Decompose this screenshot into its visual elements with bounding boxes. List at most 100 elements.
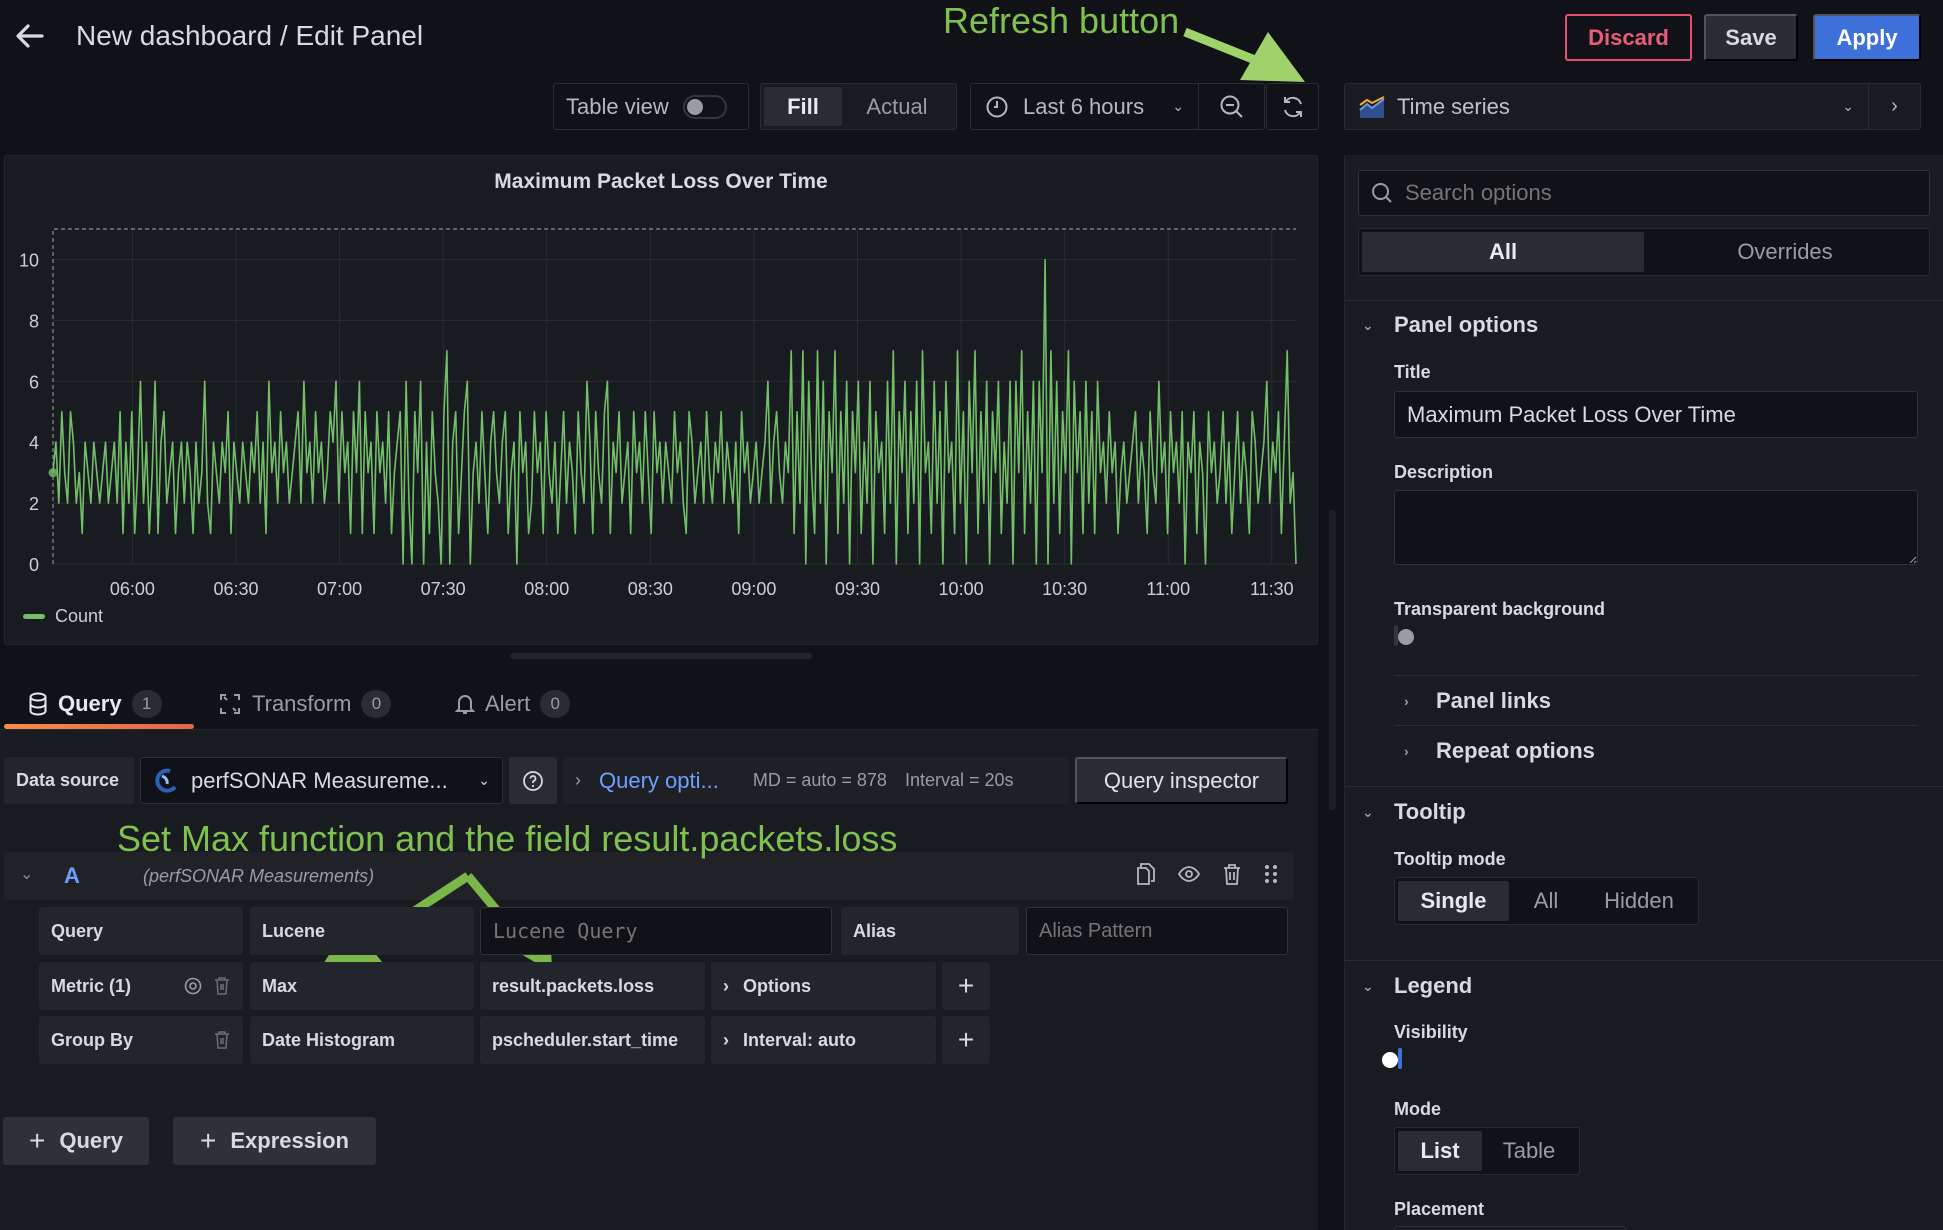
fill-option[interactable]: Fill [764, 87, 842, 126]
query-ref-id[interactable]: A [64, 863, 80, 889]
section-panel-options[interactable]: ⌄ Panel options [1362, 312, 1538, 338]
groupby-label: Group By [51, 1029, 134, 1050]
groupby-field-select[interactable]: pscheduler.start_time [480, 1016, 705, 1064]
add-expression-button[interactable]: + Expression [173, 1117, 376, 1165]
repeat-options-section[interactable]: › Repeat options [1404, 738, 1595, 764]
options-tab-overrides[interactable]: Overrides [1644, 232, 1926, 272]
transparent-background-switch[interactable] [1394, 625, 1414, 646]
x-tick-label: 06:00 [110, 579, 155, 599]
save-button[interactable]: Save [1704, 14, 1798, 61]
legend-visibility-label: Visibility [1394, 1022, 1468, 1042]
section-tooltip[interactable]: ⌄ Tooltip [1362, 799, 1466, 825]
panel-description-input[interactable] [1394, 490, 1918, 565]
add-metric-button[interactable]: + [942, 962, 990, 1010]
query-options-bar[interactable]: › Query opti... MD = auto = 878 Interval… [563, 757, 1069, 804]
x-tick-label: 10:30 [1042, 579, 1087, 599]
plus-icon: + [29, 1125, 46, 1156]
datasource-help-button[interactable] [509, 757, 557, 804]
collapse-options-button[interactable]: › [1868, 84, 1920, 129]
y-tick-label: 6 [29, 372, 39, 392]
add-groupby-button[interactable]: + [942, 1016, 990, 1064]
panel-title-input[interactable] [1394, 391, 1918, 438]
x-tick-label: 10:00 [939, 579, 984, 599]
clock-icon [986, 96, 1008, 117]
zoom-out-button[interactable] [1199, 84, 1264, 129]
section-legend[interactable]: ⌄ Legend [1362, 973, 1472, 999]
legend-mode-list[interactable]: List [1398, 1131, 1482, 1171]
plus-icon: + [957, 1024, 975, 1055]
query-options-label[interactable]: Query opti... [599, 768, 719, 794]
chart-plot[interactable]: 0 2 4 6 8 10 06:00 06:30 07:00 07:30 08:00 08:30 09:… [5, 156, 1319, 646]
chart-legend: Count [23, 606, 103, 627]
metric-options-button[interactable]: › Options [711, 962, 936, 1010]
back-arrow-icon[interactable] [12, 18, 48, 54]
delete-query-icon[interactable] [1221, 862, 1243, 886]
lucene-query-input[interactable] [480, 907, 832, 955]
max-data-points: MD = auto = 878 [752, 770, 887, 790]
panel-resize-handle[interactable] [510, 653, 812, 659]
legend-visibility-switch[interactable] [1382, 1048, 1402, 1069]
table-view-toggle[interactable]: Table view [553, 83, 749, 130]
time-range-button[interactable]: Last 6 hours ⌄ [971, 84, 1199, 129]
chevron-right-icon: › [723, 1029, 729, 1050]
database-icon [29, 692, 47, 716]
visualization-select[interactable]: Time series ⌄ [1345, 84, 1868, 129]
legend-placement-label: Placement [1394, 1199, 1485, 1219]
add-expression-label: Expression [230, 1128, 349, 1153]
title-field-label: Title [1394, 362, 1431, 382]
x-tick-label: 09:00 [731, 579, 776, 599]
legend-label[interactable]: Count [55, 606, 103, 627]
search-options-field[interactable] [1358, 170, 1930, 216]
chevron-right-icon: › [1404, 743, 1409, 759]
options-tab-all[interactable]: All [1362, 232, 1644, 272]
tooltip-mode-single[interactable]: Single [1398, 881, 1509, 921]
alias-pattern-input[interactable] [1026, 907, 1288, 955]
refresh-button[interactable] [1266, 83, 1319, 130]
actual-option[interactable]: Actual [842, 87, 952, 126]
query-actions [1135, 862, 1279, 886]
table-view-switch[interactable] [682, 94, 727, 119]
metric-type-select[interactable]: Max [250, 962, 474, 1010]
repeat-options-label: Repeat options [1436, 738, 1595, 763]
tab-alert[interactable]: Alert 0 [455, 686, 571, 722]
pane-resize-handle[interactable] [1329, 510, 1336, 810]
add-query-button[interactable]: + Query [3, 1117, 149, 1165]
annotation-refresh-label: Refresh button [943, 0, 1180, 41]
plus-icon: + [200, 1125, 217, 1156]
legend-mode-table[interactable]: Table [1482, 1131, 1576, 1171]
apply-button[interactable]: Apply [1813, 14, 1921, 61]
tab-query-count: 1 [131, 690, 162, 718]
metric-field-select[interactable]: result.packets.loss [480, 962, 705, 1010]
panel-links-section[interactable]: › Panel links [1404, 688, 1551, 714]
drag-handle-icon[interactable] [1263, 862, 1279, 886]
transform-icon [220, 694, 240, 714]
metric-row-label: Metric (1) [39, 962, 243, 1010]
duplicate-query-icon[interactable] [1135, 862, 1157, 886]
delete-metric-icon[interactable] [213, 976, 231, 996]
divider [1345, 786, 1943, 787]
search-options-input[interactable] [1405, 180, 1917, 206]
add-query-label: Query [59, 1128, 123, 1153]
query-inspector-button[interactable]: Query inspector [1075, 757, 1288, 804]
divider [1345, 300, 1943, 301]
metric-visibility-icon[interactable] [183, 976, 203, 996]
plus-icon: + [957, 970, 975, 1001]
x-tick-label: 08:30 [628, 579, 673, 599]
query-type-select[interactable]: Lucene [250, 907, 474, 955]
tab-transform[interactable]: Transform 0 [218, 686, 392, 722]
groupby-options-button[interactable]: › Interval: auto [711, 1016, 936, 1064]
delete-groupby-icon[interactable] [213, 1030, 231, 1050]
alias-label: Alias [841, 907, 1019, 955]
series-start-point [48, 468, 58, 478]
time-range-picker: Last 6 hours ⌄ [970, 83, 1265, 130]
tab-query[interactable]: Query 1 [28, 686, 162, 722]
tooltip-mode-hidden[interactable]: Hidden [1583, 881, 1695, 921]
collapse-query-chevron-icon[interactable]: ⌄ [20, 864, 33, 884]
tooltip-mode-all[interactable]: All [1509, 881, 1583, 921]
groupby-type-select[interactable]: Date Histogram [250, 1016, 474, 1064]
datasource-select[interactable]: perfSONAR Measureme... ⌄ [140, 757, 503, 804]
transparent-background-label: Transparent background [1394, 599, 1606, 619]
discard-button[interactable]: Discard [1565, 14, 1692, 61]
toggle-visibility-icon[interactable] [1177, 862, 1201, 886]
legend-placement-segmented[interactable] [1394, 1226, 1626, 1230]
